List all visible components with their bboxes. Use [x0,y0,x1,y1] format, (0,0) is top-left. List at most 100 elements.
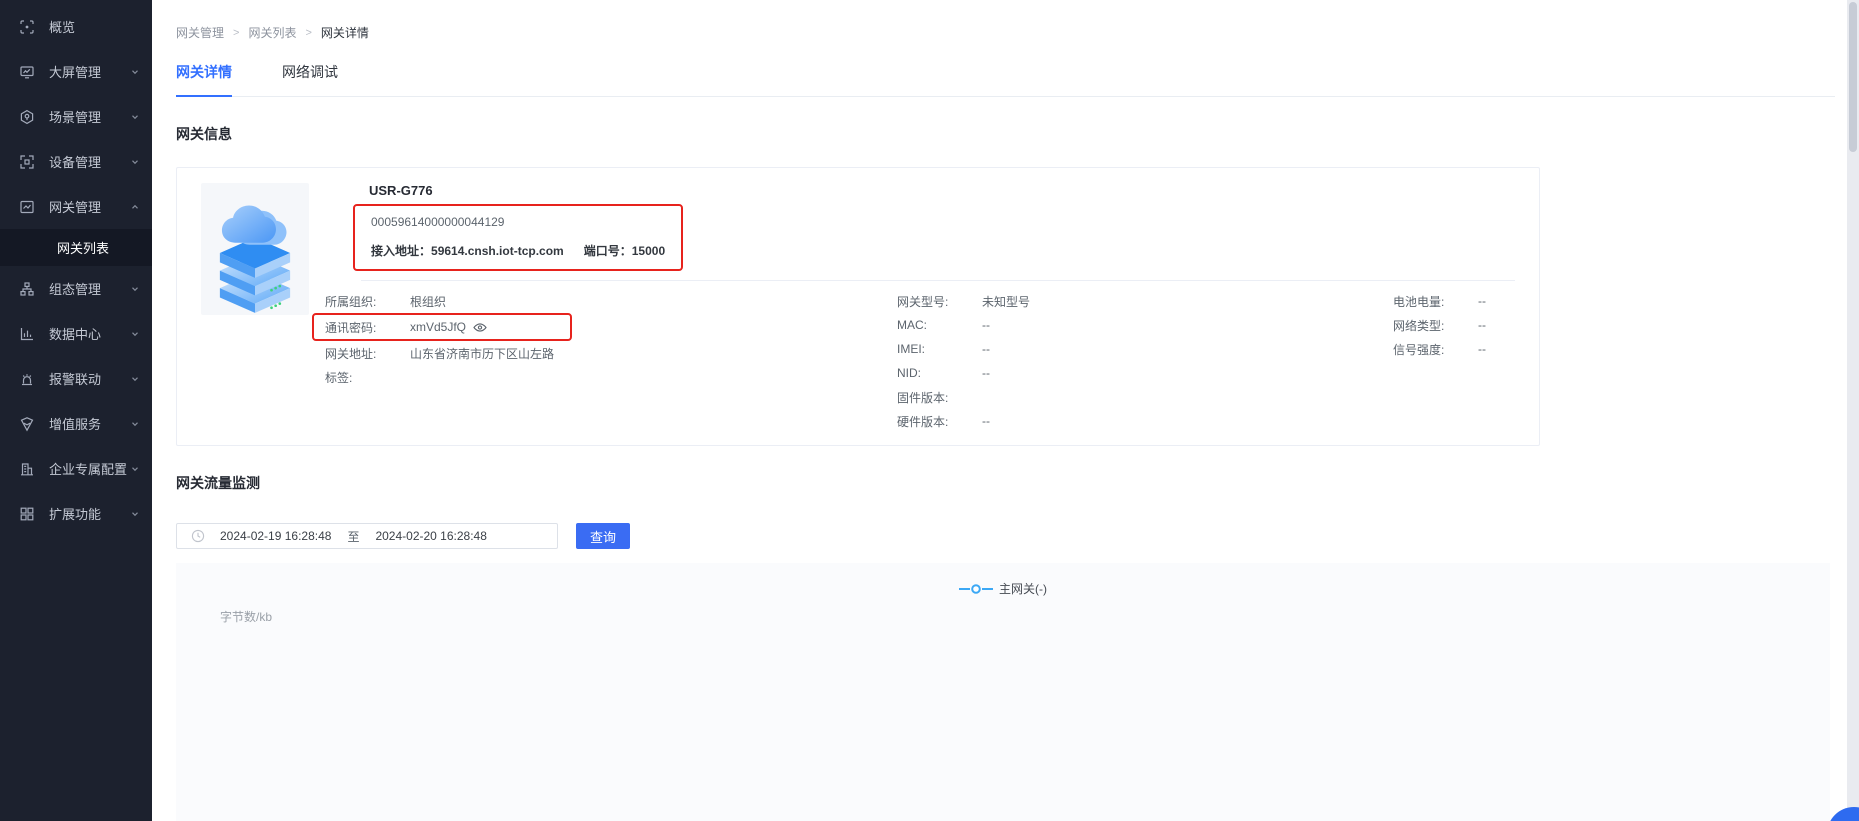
sidebar-item-label: 扩展功能 [49,507,102,522]
field-battery: 电池电量: -- [1393,289,1515,313]
gateway-illustration [201,183,309,315]
card-divider [361,280,1515,281]
tab-bar: 网关详情 网络调试 [176,62,1835,97]
sidebar-item-overview[interactable]: 概览 [0,4,152,49]
device-icon [19,154,35,170]
field-value: -- [1478,294,1486,308]
extension-icon [19,506,35,522]
scrollbar[interactable] [1847,0,1859,821]
tab-gateway-detail[interactable]: 网关详情 [176,62,232,97]
field-label: 网关地址: [325,346,377,361]
sidebar: 概览 大屏管理 场景管理 设备管理 网关管理 网关列表 组态管理 数据中心 报警… [0,0,152,821]
date-end-value[interactable]: 2024-02-20 16:28:48 [375,529,486,543]
sidebar-item-data-center[interactable]: 数据中心 [0,311,152,356]
field-label: IMEI: [897,342,926,356]
y-axis-label: 字节数/kb [220,610,273,624]
sidebar-item-label: 增值服务 [49,417,102,432]
sidebar-item-alarm-linkage[interactable]: 报警联动 [0,356,152,401]
sidebar-item-gateway-list[interactable]: 网关列表 [0,229,152,266]
field-tags: 标签: [325,365,897,389]
eye-icon[interactable] [473,322,487,333]
chevron-down-icon [130,419,140,429]
chevron-down-icon [130,464,140,474]
field-org: 所属组织: 根组织 [325,289,897,313]
sidebar-item-label: 报警联动 [49,372,102,387]
date-range-separator: 至 [347,529,360,544]
sidebar-item-label: 组态管理 [49,282,102,297]
date-range-picker[interactable]: 2024-02-19 16:28:48 至 2024-02-20 16:28:4… [176,523,558,549]
field-value: 未知型号 [982,294,1031,309]
gateway-fields-col1: 所属组织: 根组织 通讯密码: xmVd5JfQ 网关地址: 山东省济南市历下区… [312,289,897,433]
port-value: 15000 [631,244,666,258]
sidebar-item-value-services[interactable]: 增值服务 [0,401,152,446]
access-address-value: 59614.cnsh.iot-tcp.com [431,244,564,258]
traffic-monitor-title: 网关流量监测 [176,475,260,491]
breadcrumb-current: 网关详情 [320,26,369,40]
chart-legend[interactable]: 主网关(-) [176,563,1830,597]
legend-label: 主网关(-) [999,582,1047,596]
field-label: 网络类型: [1393,318,1445,333]
sidebar-item-extensions[interactable]: 扩展功能 [0,491,152,536]
traffic-chart: 主网关(-) 字节数/kb [176,563,1830,821]
breadcrumb-gateway-list[interactable]: 网关列表 [248,24,296,41]
scene-icon [19,109,35,125]
sidebar-item-scene-mgmt[interactable]: 场景管理 [0,94,152,139]
field-comm-password: 通讯密码: xmVd5JfQ [312,313,572,341]
field-value: 根组织 [410,294,447,309]
field-value: -- [982,366,990,380]
chevron-up-icon [130,202,140,212]
data-center-icon [19,326,35,342]
chevron-down-icon [130,374,140,384]
field-network-type: 网络类型: -- [1393,313,1515,337]
highlight-box-access: 00059614000000044129 接入地址：59614.cnsh.iot… [353,204,684,271]
field-value: xmVd5JfQ [410,320,467,334]
chevron-down-icon [130,284,140,294]
gateway-info-card: USR-G776 00059614000000044129 接入地址：59614… [176,167,1540,446]
chevron-down-icon [130,67,140,77]
sidebar-item-label: 大屏管理 [49,65,102,80]
scrollbar-thumb[interactable] [1849,2,1857,152]
sidebar-item-config-mgmt[interactable]: 组态管理 [0,266,152,311]
enterprise-icon [19,461,35,477]
gateway-model-name: USR-G776 [369,183,433,198]
value-service-icon [19,416,35,432]
field-signal-strength: 信号强度: -- [1393,337,1515,361]
sidebar-item-gateway-mgmt[interactable]: 网关管理 [0,184,152,229]
gateway-fields-col3: 电池电量: -- 网络类型: -- 信号强度: -- [1393,289,1515,433]
chevron-down-icon [130,112,140,122]
breadcrumb-separator: > [233,26,240,39]
field-label: 所属组织: [325,294,377,309]
field-nid: NID: -- [897,361,1393,385]
field-label: 标签: [325,370,353,385]
query-button[interactable]: 查询 [576,523,630,549]
field-label: 信号强度: [1393,342,1445,357]
field-label: 电池电量: [1393,294,1445,309]
field-label: NID: [897,366,921,380]
sidebar-item-device-mgmt[interactable]: 设备管理 [0,139,152,184]
field-label: 网关型号: [897,294,949,309]
alarm-icon [19,371,35,387]
field-gateway-model: 网关型号: 未知型号 [897,289,1393,313]
clock-icon [191,529,205,543]
field-firmware: 固件版本: [897,385,1393,409]
sidebar-item-enterprise-config[interactable]: 企业专属配置 [0,446,152,491]
date-start-value[interactable]: 2024-02-19 16:28:48 [220,529,331,543]
field-value: -- [982,414,990,428]
gateway-icon [19,199,35,215]
field-label: MAC: [897,318,927,332]
field-hardware: 硬件版本: -- [897,409,1393,433]
sidebar-item-label: 网关管理 [49,200,102,215]
access-address-label: 接入地址： [371,244,432,258]
sidebar-item-label: 数据中心 [49,327,102,342]
field-value: -- [1478,318,1486,332]
sidebar-item-label: 场景管理 [49,110,102,125]
field-imei: IMEI: -- [897,337,1393,361]
field-gateway-address: 网关地址: 山东省济南市历下区山左路 [325,341,897,365]
breadcrumb-gateway-mgmt[interactable]: 网关管理 [176,24,224,41]
breadcrumb-separator: > [305,26,312,39]
sidebar-item-label: 设备管理 [49,155,102,170]
tab-network-debug[interactable]: 网络调试 [282,62,338,96]
overview-icon [19,19,35,35]
sidebar-item-screen-mgmt[interactable]: 大屏管理 [0,49,152,94]
sidebar-subitem-label: 网关列表 [57,241,110,256]
